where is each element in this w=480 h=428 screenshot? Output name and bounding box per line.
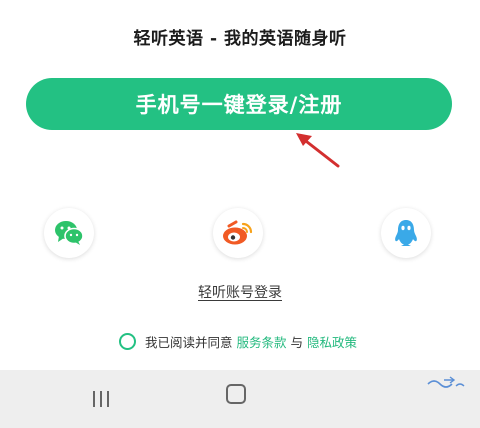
home-button[interactable]: [226, 384, 246, 404]
agreement-conjunction: 与: [290, 335, 304, 350]
agreement-prefix: 我已阅读并同意: [144, 335, 233, 350]
account-login-row: 轻听账号登录: [0, 282, 480, 302]
account-login-link[interactable]: 轻听账号登录: [198, 285, 282, 301]
qq-login-button[interactable]: [381, 208, 431, 258]
terms-link[interactable]: 服务条款: [236, 332, 286, 351]
dialog-title: 轻听英语 - 我的英语随身听: [133, 29, 347, 49]
qq-icon: [395, 220, 417, 246]
wechat-login-button[interactable]: [44, 208, 94, 258]
recents-button[interactable]: [86, 388, 116, 410]
weibo-login-button[interactable]: [213, 208, 263, 258]
agree-checkbox[interactable]: [118, 333, 136, 350]
wechat-icon: [55, 221, 84, 245]
login-sheet: 轻听英语 - 我的英语随身听 手机号一键登录/注册 轻听账号登录 我已阅读并同意…: [0, 0, 480, 370]
privacy-link[interactable]: 隐私政策: [307, 332, 357, 351]
annotation-arrow: [296, 133, 340, 168]
agreement-row: 我已阅读并同意 服务条款 与 隐私政策: [0, 332, 480, 351]
recents-icon: [93, 391, 95, 407]
watermark-icon: [427, 376, 465, 388]
weibo-icon: [223, 220, 253, 245]
phone-login-button[interactable]: 手机号一键登录/注册: [26, 78, 452, 130]
